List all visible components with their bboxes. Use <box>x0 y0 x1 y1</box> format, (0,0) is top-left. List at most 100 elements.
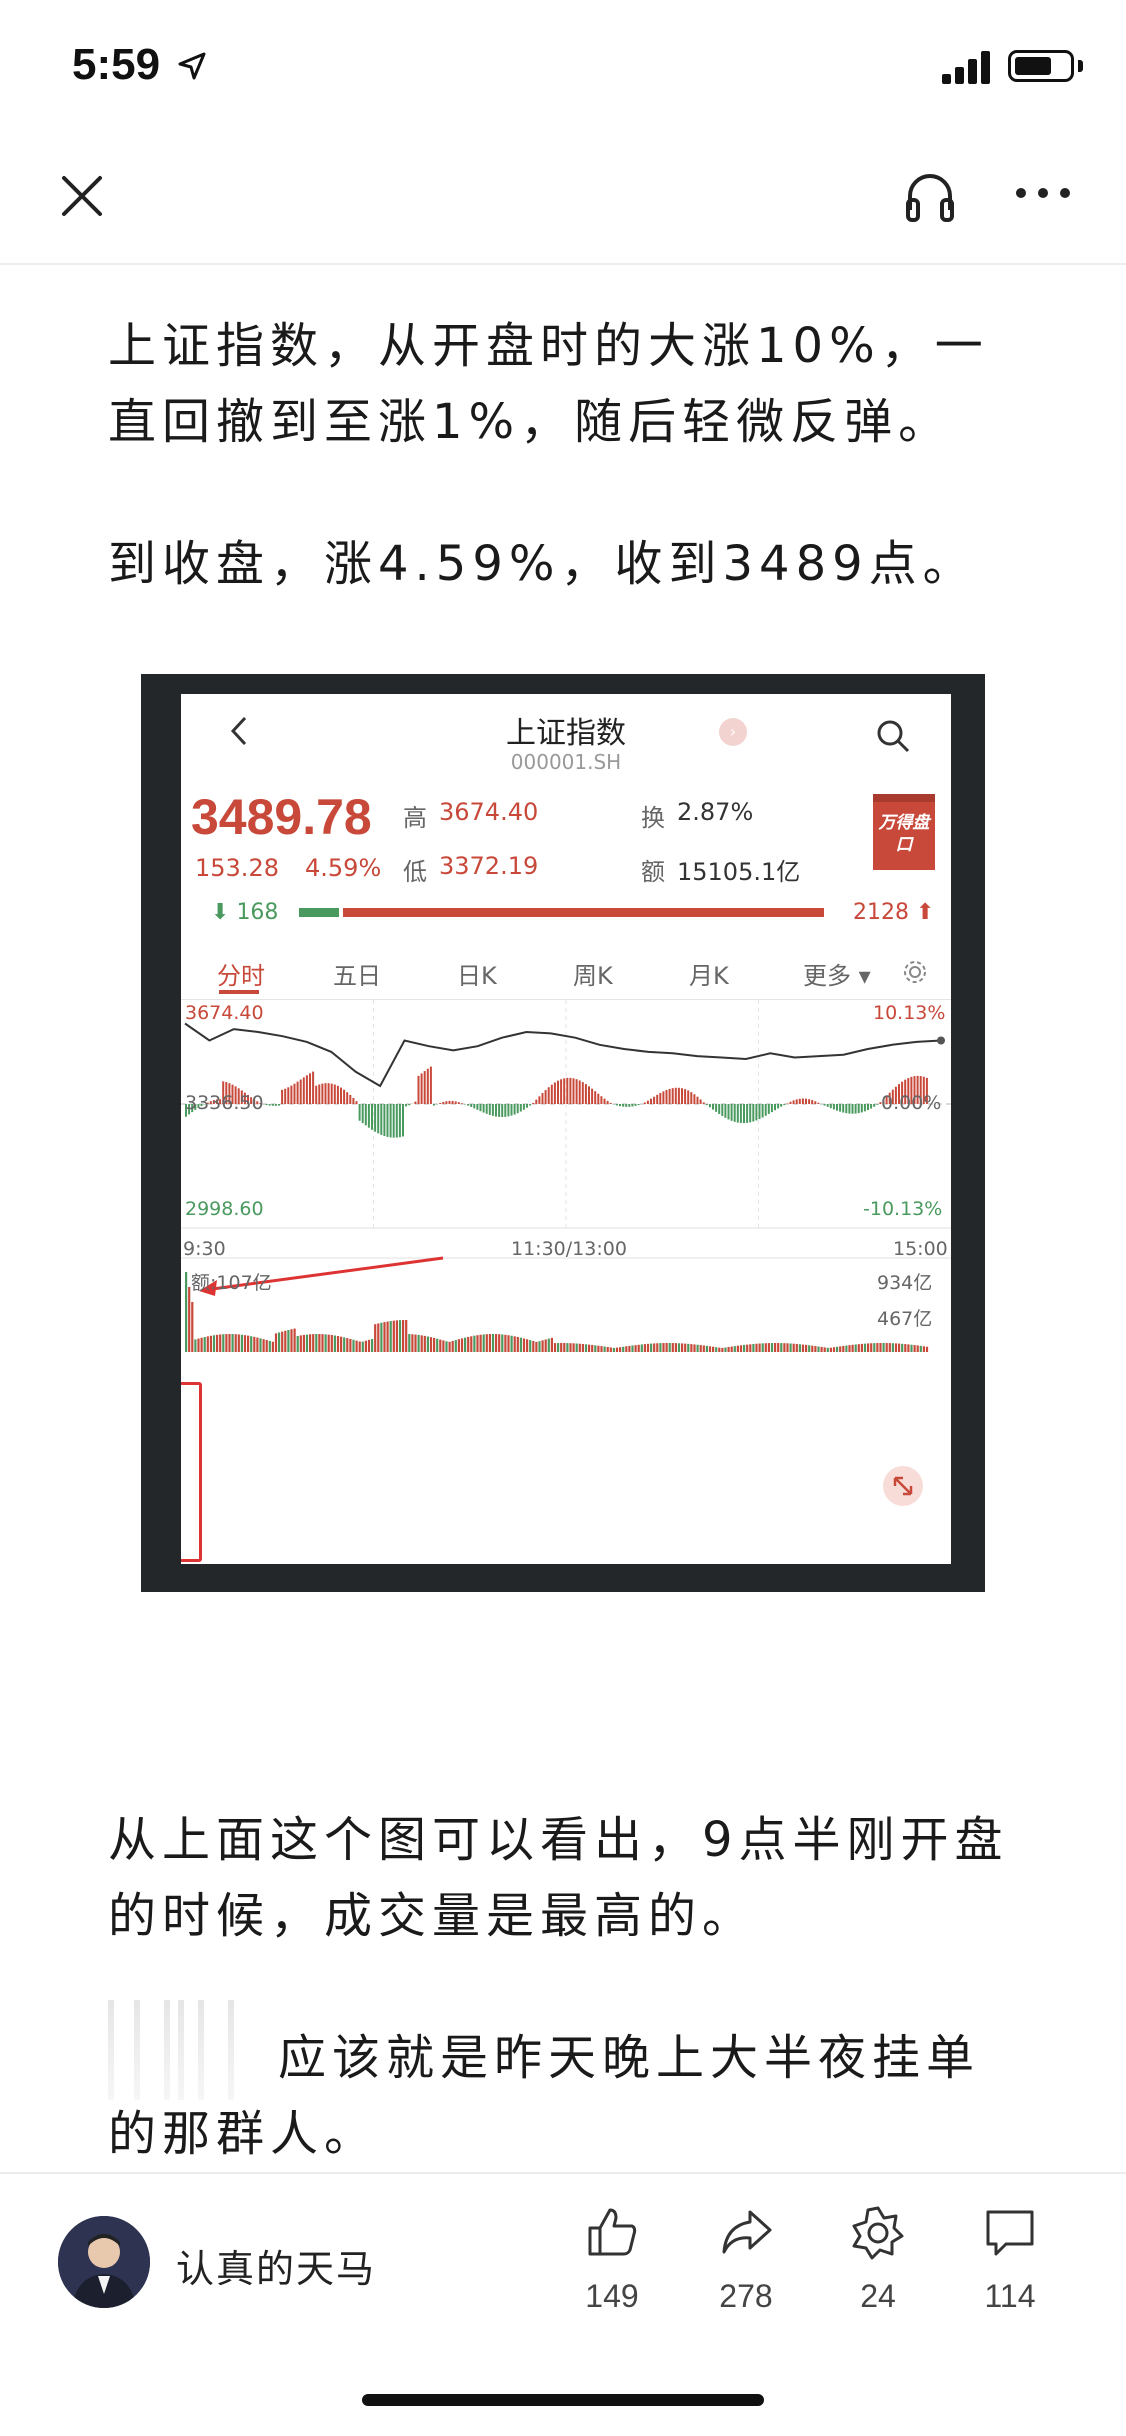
volume-bar <box>417 1334 420 1352</box>
volume-bar <box>888 1343 891 1352</box>
volume-bar <box>383 1322 386 1352</box>
author-name[interactable]: 认真的天马 <box>176 2238 376 2293</box>
index-title: 上证指数 <box>506 716 626 751</box>
momentum-bar-down <box>383 1104 386 1137</box>
comment-button[interactable]: 114 <box>960 2204 1060 2334</box>
momentum-bar-up <box>693 1094 696 1104</box>
time-mid: 11:30/13:00 <box>511 1238 627 1260</box>
recommend-icon <box>852 2206 904 2260</box>
volume-bar <box>423 1335 426 1352</box>
recommend-count: 24 <box>860 2278 896 2314</box>
volume-bar <box>333 1335 336 1352</box>
volume-bar <box>420 1335 423 1352</box>
momentum-bar-down <box>749 1104 752 1123</box>
volume-bar <box>454 1340 457 1352</box>
momentum-bar-down <box>628 1104 631 1107</box>
momentum-bar-down <box>495 1104 497 1117</box>
high-value: 3674.40 <box>439 798 539 826</box>
comment-icon <box>986 2210 1034 2256</box>
momentum-bar-down <box>265 1104 268 1106</box>
momentum-bar-down <box>516 1104 519 1114</box>
low-label: 低 <box>403 858 427 886</box>
recommend-button[interactable]: 24 <box>828 2204 928 2334</box>
stock-app-screen: 上证指数 000001.SH › 3489.78 153.28 4.59% 高 … <box>181 694 951 1564</box>
volume-bar <box>513 1336 516 1352</box>
volume-bar <box>209 1335 212 1352</box>
volume-bar <box>439 1339 442 1352</box>
vol-axis-mid: 467亿 <box>877 1308 933 1330</box>
close-icon[interactable] <box>56 170 108 222</box>
volume-bar <box>414 1334 417 1352</box>
volume-bar <box>894 1343 898 1352</box>
volume-bar <box>572 1343 575 1352</box>
volume-bar <box>231 1334 234 1352</box>
volume-bar <box>724 1347 727 1352</box>
momentum-bar-down <box>857 1104 860 1114</box>
price-line <box>184 1022 942 1088</box>
momentum-bar-up <box>684 1089 687 1104</box>
volume-bar <box>309 1334 312 1352</box>
volume-bar <box>879 1343 882 1352</box>
volume-bar <box>681 1343 684 1352</box>
momentum-bar-down <box>473 1104 476 1109</box>
momentum-bar-down <box>398 1104 401 1138</box>
volume-bar <box>411 1334 414 1352</box>
momentum-bar-up <box>650 1098 652 1104</box>
volume-bar <box>842 1345 845 1352</box>
volume-bar <box>464 1337 467 1352</box>
volume-bar <box>491 1334 495 1352</box>
volume-bar <box>247 1335 250 1352</box>
volume-bar <box>386 1321 389 1352</box>
time-start: 9:30 <box>183 1238 226 1260</box>
status-bar: 5:59 <box>0 0 1126 130</box>
share-button[interactable]: 278 <box>696 2204 796 2334</box>
volume-bar <box>783 1343 786 1352</box>
volume-bar <box>600 1346 603 1352</box>
embedded-chart-image[interactable]: 上证指数 000001.SH › 3489.78 153.28 4.59% 高 … <box>141 674 985 1592</box>
momentum-bar-up <box>646 1100 649 1104</box>
momentum-bar-up <box>594 1091 597 1104</box>
momentum-bar-up <box>343 1089 346 1104</box>
headphone-icon[interactable] <box>902 166 958 226</box>
momentum-bar-up <box>535 1099 538 1104</box>
decliners-count: ⬇ 168 <box>211 900 279 925</box>
volume-bar <box>287 1329 290 1352</box>
volume-bar <box>318 1334 321 1352</box>
volume-bar <box>733 1346 736 1352</box>
momentum-bar-down <box>507 1104 510 1117</box>
like-button[interactable]: 149 <box>562 2204 662 2334</box>
volume-bar <box>612 1347 615 1352</box>
volume-bar <box>625 1346 628 1352</box>
momentum-bar-down <box>364 1104 367 1126</box>
volume-bar <box>848 1345 851 1352</box>
like-count: 149 <box>585 2278 639 2314</box>
author-avatar[interactable] <box>58 2216 150 2308</box>
volume-bar <box>516 1336 519 1352</box>
momentum-bar-up <box>454 1101 457 1104</box>
momentum-bar-down <box>876 1104 879 1105</box>
momentum-bar-up <box>578 1080 581 1104</box>
expand-icon <box>883 1466 923 1506</box>
signal-icon <box>942 50 992 84</box>
momentum-bar-up <box>299 1079 302 1104</box>
momentum-bar-up <box>792 1100 795 1104</box>
volume-bar <box>739 1345 743 1352</box>
volume-bar <box>535 1341 538 1352</box>
volume-bar <box>668 1343 671 1352</box>
volume-bar <box>507 1335 510 1352</box>
volume-bar <box>829 1347 832 1352</box>
volume-bar <box>860 1343 863 1352</box>
volume-bar <box>510 1335 513 1352</box>
volume-bar <box>522 1338 526 1352</box>
more-options-button[interactable] <box>1014 184 1074 204</box>
momentum-bar-down <box>715 1104 718 1112</box>
momentum-bar-down <box>513 1104 516 1115</box>
volume-bar <box>591 1344 594 1352</box>
highlight-box <box>181 1382 202 1562</box>
momentum-bar-up <box>321 1083 324 1104</box>
volume-bar <box>581 1343 584 1352</box>
volume-bar <box>764 1343 767 1352</box>
momentum-bar-up <box>677 1087 680 1104</box>
volume-bar <box>708 1346 712 1352</box>
volume-bar <box>364 1340 367 1352</box>
